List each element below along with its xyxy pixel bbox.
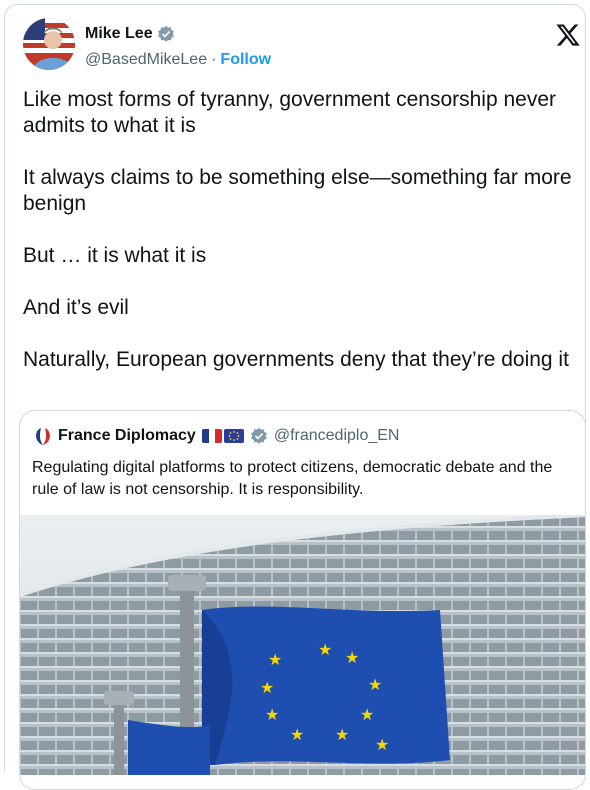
svg-text:★: ★ [345,648,359,667]
avatar[interactable] [23,18,75,70]
quoted-author-name[interactable]: France Diplomacy [58,427,196,445]
svg-text:★: ★ [360,705,374,724]
separator: · [211,51,217,68]
tweet-paragraph: Naturally, European governments deny tha… [23,348,569,371]
svg-text:★: ★ [290,725,304,744]
quoted-author-handle[interactable]: @francediplo_EN [274,427,400,445]
tweet-paragraph: It always claims to be something else—so… [23,166,572,215]
svg-text:★: ★ [335,725,349,744]
france-diplomacy-logo-icon [36,428,50,445]
svg-text:★: ★ [260,678,274,697]
svg-text:★: ★ [265,705,279,724]
eu-flag-icon [223,429,244,443]
verified-badge-icon [157,25,174,42]
svg-text:★: ★ [375,735,389,754]
verified-badge-icon [250,427,267,444]
quoted-tweet[interactable]: France Diplomacy @francediplo_EN Regulat… [19,410,586,790]
svg-text:★: ★ [268,650,282,669]
svg-text:★: ★ [368,675,382,694]
author-handle[interactable]: @BasedMikeLee [85,51,207,69]
svg-text:★: ★ [318,640,332,659]
tweet-paragraph: Like most forms of tyranny, government c… [23,88,557,137]
author-name[interactable]: Mike Lee [85,25,153,43]
tweet-paragraph: And it’s evil [23,296,129,319]
tweet-body: Like most forms of tyranny, government c… [23,87,583,399]
quoted-tweet-text: Regulating digital platforms to protect … [32,459,553,498]
x-logo-icon[interactable] [555,22,581,48]
eu-flags-photo[interactable]: ★ ★ ★★ ★★ ★★ ★★ [20,515,586,775]
france-flag-icon [201,429,222,443]
tweet-header: Mike Lee @BasedMikeLee · Follow [5,5,585,81]
follow-button[interactable]: Follow [220,51,271,69]
tweet-paragraph: But … it is what it is [23,244,207,267]
